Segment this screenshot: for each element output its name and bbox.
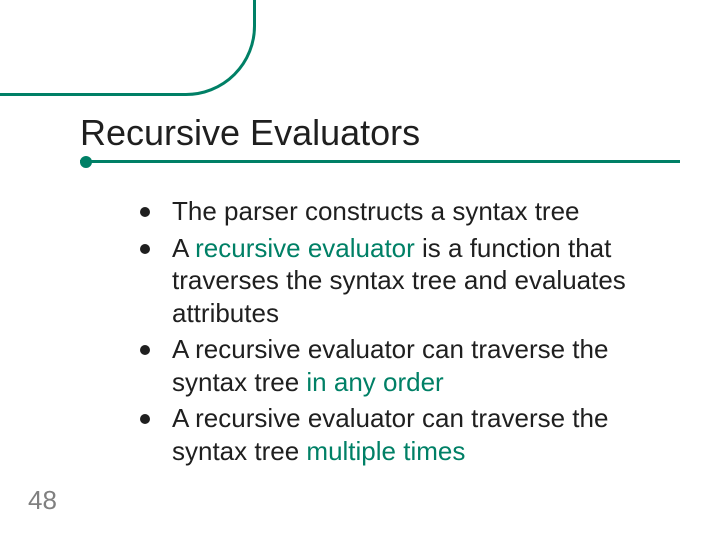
bullet-text: A recursive evaluator can traverse the s… [172,333,660,398]
bullet-text: A recursive evaluator can traverse the s… [172,402,660,467]
slide: Recursive Evaluators The parser construc… [0,0,720,540]
page-number: 48 [28,485,57,516]
text-segment: The parser constructs a syntax tree [172,196,580,226]
list-item: A recursive evaluator can traverse the s… [140,333,660,398]
emphasis-text: multiple times [306,436,465,466]
emphasis-text: in any order [306,367,443,397]
bullet-icon [140,345,150,355]
bullet-text: A recursive evaluator is a function that… [172,232,660,330]
title-underline [80,160,680,163]
corner-ornament [0,0,256,96]
bullet-icon [140,414,150,424]
slide-title: Recursive Evaluators [80,112,680,154]
list-item: A recursive evaluator is a function that… [140,232,660,330]
text-segment: A [172,233,195,263]
list-item: A recursive evaluator can traverse the s… [140,402,660,467]
bullet-icon [140,207,150,217]
bullet-list: The parser constructs a syntax tree A re… [140,195,660,471]
bullet-text: The parser constructs a syntax tree [172,195,580,228]
bullet-icon [140,244,150,254]
emphasis-text: recursive evaluator [195,233,415,263]
list-item: The parser constructs a syntax tree [140,195,660,228]
title-block: Recursive Evaluators [80,112,680,163]
